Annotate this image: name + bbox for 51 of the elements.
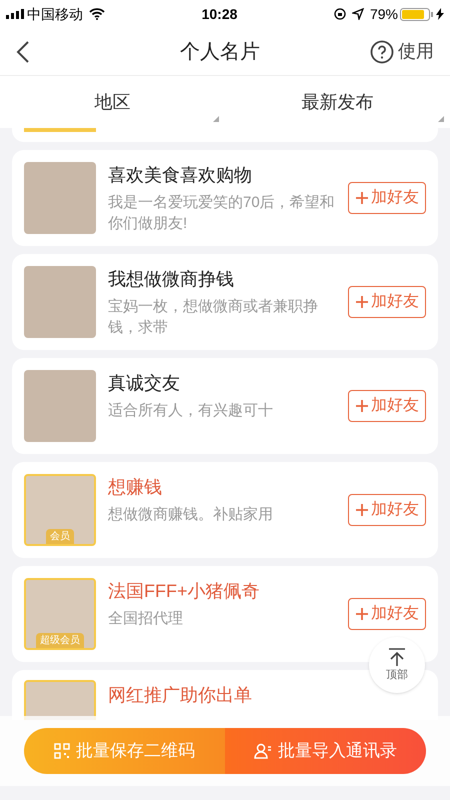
plus-icon: [355, 503, 369, 517]
add-friend-button[interactable]: 加好友: [348, 598, 426, 630]
arrow-up-icon: [387, 646, 407, 667]
battery-percent: 79%: [370, 4, 398, 24]
profile-name: 法国FFF+小猪佩奇: [108, 580, 260, 603]
back-icon[interactable]: [16, 40, 30, 62]
add-friend-button[interactable]: 加好友: [348, 494, 426, 526]
charging-bolt-icon: [436, 8, 444, 20]
battery-icon: [400, 8, 434, 20]
add-friend-button[interactable]: 加好友: [348, 390, 426, 422]
plus-icon: [355, 295, 369, 309]
filter-dropdown[interactable]: 最新发布: [225, 76, 450, 128]
batch-action-button[interactable]: 批量保存二维码: [24, 728, 225, 774]
member-badge: 会员: [46, 529, 74, 544]
corner-triangle-icon: [438, 116, 444, 122]
plus-icon: [355, 399, 369, 413]
profile-description: 适合所有人，有兴趣可十: [108, 401, 274, 421]
profile-description: 全国招代理: [108, 609, 184, 629]
member-badge: 超级会员: [36, 633, 84, 648]
rotation-lock-icon: [334, 8, 346, 20]
page-title: 个人名片: [179, 40, 261, 64]
profile-card[interactable]: 喜欢美食喜欢购物 我是一名爱玩爱笑的70后，希望和你们做朋友! 加好友: [12, 150, 438, 246]
profile-card[interactable]: 超级会员 法国FFF+小猪佩奇 全国招代理 加好友: [12, 566, 438, 662]
batch-action-button[interactable]: 批量导入通讯录: [225, 728, 426, 774]
signal-icon: [6, 9, 24, 19]
filter-dropdown[interactable]: 地区: [0, 76, 225, 128]
avatar-photo-placeholder: [24, 128, 96, 132]
profile-name: 网红推广助你出单: [108, 684, 253, 707]
plus-icon: [355, 607, 369, 621]
profile-name: 真诚交友: [108, 372, 181, 395]
location-arrow-icon: [352, 8, 364, 20]
qr-code-icon: [54, 743, 70, 759]
profile-name: 想赚钱: [108, 476, 163, 499]
profile-name: 喜欢美食喜欢购物: [108, 164, 253, 187]
profile-card[interactable]: 真诚交友 适合所有人，有兴趣可十 加好友: [12, 358, 438, 454]
profile-card[interactable]: 会员 想赚钱 想做微商赚钱。补贴家用 加好友: [12, 462, 438, 558]
add-friend-button[interactable]: 加好友: [348, 286, 426, 318]
help-button[interactable]: 使用: [370, 38, 434, 65]
profile-name: 我想做微商挣钱: [108, 268, 235, 291]
corner-triangle-icon: [213, 116, 219, 122]
person-icon: [254, 743, 272, 759]
wifi-icon: [89, 8, 105, 20]
profile-description: 想做微商赚钱。补贴家用: [108, 505, 274, 525]
clock-time: 10:28: [200, 4, 238, 24]
profile-description: 宝妈一枚，想做微商或者兼职挣钱，求带: [108, 297, 319, 338]
add-friend-button[interactable]: 加好友: [348, 182, 426, 214]
profile-card[interactable]: 我想做微商挣钱 宝妈一枚，想做微商或者兼职挣钱，求带 加好友: [12, 254, 438, 350]
question-icon: [370, 40, 394, 64]
carrier-name: 中国移动: [27, 4, 83, 24]
profile-description: 我是一名爱玩爱笑的70后，希望和你们做朋友!: [108, 193, 336, 234]
plus-icon: [355, 191, 369, 205]
